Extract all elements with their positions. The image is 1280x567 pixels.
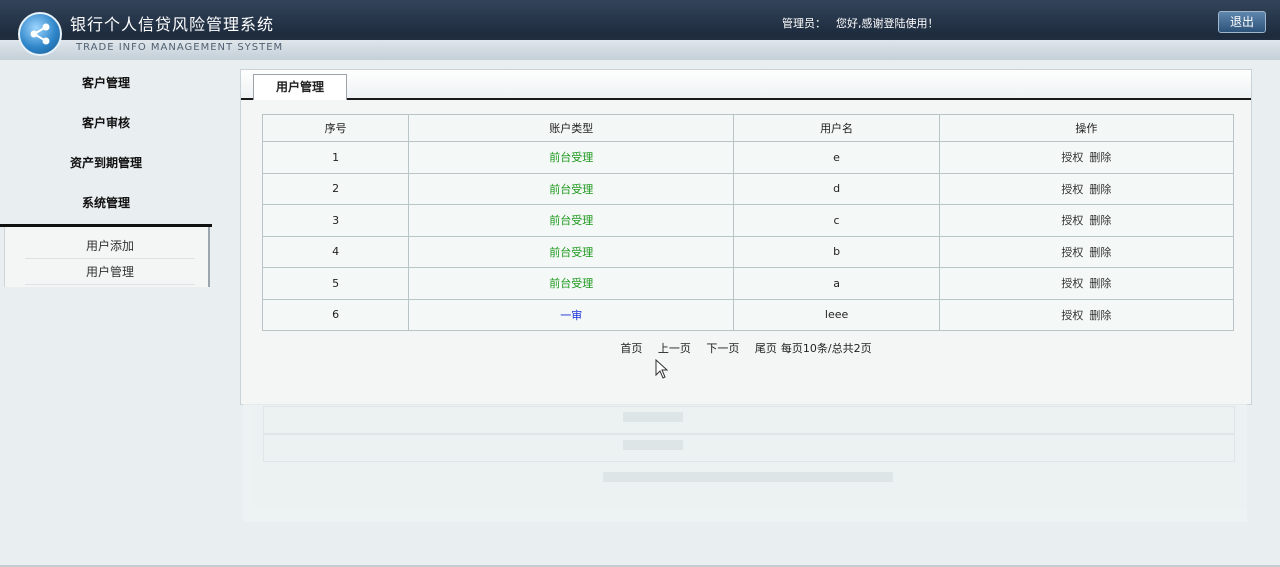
table-row: 3 前台受理 c 授权 删除 [261,204,1235,237]
delete-link[interactable]: 删除 [1089,214,1111,227]
delete-link[interactable]: 删除 [1089,277,1111,290]
authorize-link[interactable]: 授权 [1061,151,1083,164]
cell-actions: 授权 删除 [938,267,1235,300]
faded-bar [603,472,893,482]
cell-account-type: 一审 [408,298,735,331]
app-subtitle: TRADE INFO MANAGEMENT SYSTEM [76,42,284,53]
sidebar-subpanel: 用户添加 用户管理 [4,227,210,287]
cell-actions: 授权 删除 [938,298,1235,331]
column-header-username: 用户名 [733,114,940,142]
faded-background-panel [243,404,1247,522]
sidebar-item-asset-maturity[interactable]: 资产到期管理 [0,143,212,183]
share-logo-icon [18,12,62,56]
cell-username: a [733,267,940,300]
sidebar-item-system-management[interactable]: 系统管理 [0,183,212,223]
cell-no: 3 [261,204,410,237]
cell-account-type: 前台受理 [408,267,735,300]
admin-greeting: 管理员： 您好,感谢登陆使用！ [782,15,949,31]
cell-no: 6 [261,298,410,331]
cell-actions: 授权 删除 [938,141,1235,174]
delete-link[interactable]: 删除 [1089,183,1111,196]
authorize-link[interactable]: 授权 [1061,277,1083,290]
faded-row [263,434,1235,462]
authorize-link[interactable]: 授权 [1061,183,1083,196]
table-row: 4 前台受理 b 授权 删除 [261,235,1235,268]
pager-last-link[interactable]: 尾页 [755,342,777,355]
cell-username: leee [733,298,940,331]
cell-no: 1 [261,141,410,174]
cell-no: 4 [261,235,410,268]
cell-username: c [733,204,940,237]
table-row: 1 前台受理 e 授权 删除 [261,141,1235,174]
cell-no: 5 [261,267,410,300]
table-row: 2 前台受理 d 授权 删除 [261,172,1235,205]
sidebar-item-customer-review[interactable]: 客户审核 [0,103,212,143]
table-row: 6 一审 leee 授权 删除 [261,298,1235,331]
delete-link[interactable]: 删除 [1089,151,1111,164]
column-header-account-type: 账户类型 [408,114,735,142]
column-header-no: 序号 [261,114,410,142]
pagination: 首页 上一页 下一页 尾页 每页10条/总共2页 [241,340,1251,356]
app-title: 银行个人信贷风险管理系统 [70,15,275,34]
cell-no: 2 [261,172,410,205]
cell-username: b [733,235,940,268]
cell-username: e [733,141,940,174]
sidebar-item-customer-management[interactable]: 客户管理 [0,63,212,103]
cell-account-type: 前台受理 [408,204,735,237]
user-table: 序号 账户类型 用户名 操作 1 前台受理 e 授权 删除 2 前台受理 d 授权… [261,114,1235,331]
cell-actions: 授权 删除 [938,204,1235,237]
app-header: 银行个人信贷风险管理系统 TRADE INFO MANAGEMENT SYSTE… [0,0,1280,60]
main-panel: 用户管理 序号 账户类型 用户名 操作 1 前台受理 e 授权 删除 2 前台受理… [240,69,1252,405]
table-row: 5 前台受理 a 授权 删除 [261,267,1235,300]
tab-user-management[interactable]: 用户管理 [253,74,347,100]
admin-label: 管理员： [782,17,826,30]
faded-bar [623,440,683,450]
faded-bar [623,412,683,422]
pager-summary: 每页10条/总共2页 [780,342,872,355]
delete-link[interactable]: 删除 [1089,309,1111,322]
cell-account-type: 前台受理 [408,141,735,174]
sidebar: 客户管理 客户审核 资产到期管理 系统管理 用户添加 用户管理 [0,61,212,289]
sidebar-subitem-user-add[interactable]: 用户添加 [25,233,195,259]
authorize-link[interactable]: 授权 [1061,246,1083,259]
cell-account-type: 前台受理 [408,172,735,205]
pager-first-link[interactable]: 首页 [620,342,642,355]
pager-next-link[interactable]: 下一页 [706,342,739,355]
table-header-row: 序号 账户类型 用户名 操作 [261,114,1235,142]
tab-bar: 用户管理 [241,70,1251,100]
mouse-cursor-icon [655,359,669,379]
pager-prev-link[interactable]: 上一页 [658,342,691,355]
logout-button[interactable]: 退出 [1218,11,1266,33]
cell-account-type: 前台受理 [408,235,735,268]
column-header-actions: 操作 [938,114,1235,142]
greeting-text: 您好,感谢登陆使用！ [836,17,939,30]
sidebar-subitem-user-management[interactable]: 用户管理 [25,259,195,285]
cell-actions: 授权 删除 [938,235,1235,268]
delete-link[interactable]: 删除 [1089,246,1111,259]
authorize-link[interactable]: 授权 [1061,309,1083,322]
authorize-link[interactable]: 授权 [1061,214,1083,227]
faded-row [263,406,1235,434]
cell-username: d [733,172,940,205]
cell-actions: 授权 删除 [938,172,1235,205]
